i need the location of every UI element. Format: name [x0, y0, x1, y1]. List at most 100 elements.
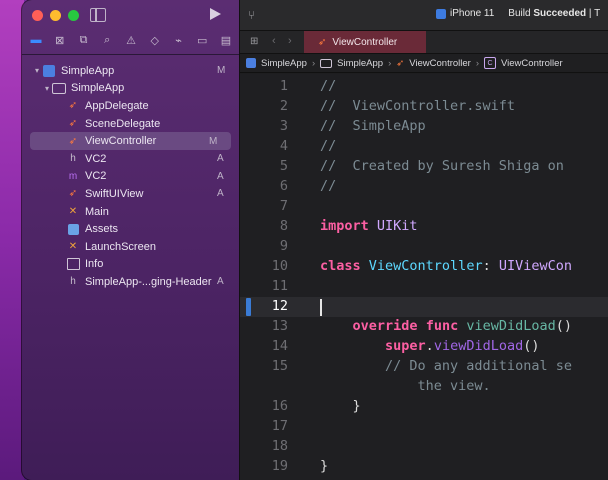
branch-icon[interactable]: ⑂: [248, 8, 255, 22]
tree-item-label: AppDelegate: [85, 99, 149, 112]
tree-item[interactable]: ▾ SimpleApp M: [22, 62, 239, 80]
scm-status-badge: M: [217, 65, 226, 77]
tree-item-label: VC2: [85, 152, 107, 165]
code-line[interactable]: // ViewController.swift: [320, 98, 515, 114]
sidebar-toggle-icon[interactable]: [90, 8, 106, 22]
search-icon[interactable]: ⌕: [99, 34, 115, 47]
source-control-icon[interactable]: ⊠: [52, 34, 68, 47]
project-tree: ▾ SimpleApp M ▾ SimpleApp ➶ AppDelegate ➶ SceneD…: [22, 62, 239, 291]
grid-icon[interactable]: ⊞: [250, 36, 258, 47]
xib-icon: ✕: [68, 206, 78, 218]
code-line[interactable]: // Do any additional se: [320, 358, 572, 374]
code-line[interactable]: // Created by Suresh Shiga on: [320, 158, 564, 174]
xib-icon: ✕: [68, 241, 78, 253]
zoom-button[interactable]: [68, 10, 79, 21]
tree-item[interactable]: ➶ SceneDelegate: [22, 115, 239, 133]
code-line[interactable]: }: [320, 398, 361, 414]
code-line[interactable]: class ViewController: UIViewCon: [320, 258, 572, 274]
plist-icon: [66, 257, 80, 271]
class-icon: C: [484, 57, 496, 69]
tree-item-label: ViewController: [85, 135, 157, 148]
disclosure-icon[interactable]: ▾: [32, 66, 42, 75]
folder-icon[interactable]: ▬: [28, 34, 44, 47]
code-line[interactable]: //: [320, 138, 336, 154]
tree-item[interactable]: ➶ SwiftUIView A: [22, 185, 239, 203]
scm-status-badge: A: [217, 170, 224, 182]
code-line[interactable]: import UIKit: [320, 218, 418, 234]
line-number: 7: [279, 198, 288, 214]
tree-item-label: Main: [85, 205, 109, 218]
code-line[interactable]: //: [320, 178, 336, 194]
tree-item[interactable]: ▾ SimpleApp: [22, 80, 239, 98]
minimize-button[interactable]: [50, 10, 61, 21]
tree-item[interactable]: ➶ AppDelegate: [22, 97, 239, 115]
swift-icon: ➶: [396, 57, 405, 69]
scm-status-badge: A: [217, 276, 224, 288]
tree-item[interactable]: h SimpleApp-...ging-Header A: [22, 273, 239, 291]
scheme-status: iPhone 11 Build Succeeded | T: [436, 8, 600, 19]
app-icon: [436, 8, 446, 19]
line-number: 12: [271, 298, 288, 314]
line-number: 1: [279, 78, 288, 94]
code-editor[interactable]: 1 2 3 4 5 6 7 8 9 10 11 12 13 14 15 16 17 18 19 //// ViewC…: [240, 74, 608, 480]
project-icon: [246, 58, 256, 68]
tree-item-label: Info: [85, 258, 104, 271]
tree-item[interactable]: ✕ LaunchScreen: [22, 238, 239, 256]
tree-item-label: SimpleApp: [61, 64, 115, 77]
line-number: 16: [271, 398, 288, 414]
report-icon[interactable]: ▤: [218, 34, 234, 47]
code-line[interactable]: //: [320, 78, 336, 94]
line-number: 13: [271, 318, 288, 334]
line-number: 5: [279, 158, 288, 174]
hierarchy-icon[interactable]: ⧉: [76, 34, 92, 47]
run-icon[interactable]: [210, 8, 221, 20]
editor-toolbar: ⑂ iPhone 11 Build Succeeded | T: [240, 0, 608, 31]
jump-item[interactable]: ViewController: [409, 58, 471, 69]
chevron-right-icon: ›: [388, 57, 392, 69]
test-diamond-icon[interactable]: ◇: [147, 34, 163, 47]
back-icon[interactable]: ‹: [272, 35, 276, 47]
divider: [22, 54, 239, 55]
chevron-right-icon: ›: [475, 57, 479, 69]
warning-icon[interactable]: ⚠: [123, 34, 139, 47]
jump-item[interactable]: SimpleApp: [261, 58, 307, 69]
code-line[interactable]: the view.: [320, 378, 491, 394]
chevron-right-icon: ›: [311, 57, 316, 69]
tree-item-label: LaunchScreen: [85, 240, 156, 253]
line-number: 14: [271, 338, 288, 354]
swift-icon: ➶: [68, 118, 78, 130]
debug-icon[interactable]: ⌁: [171, 34, 187, 47]
tab-label: ViewController: [332, 36, 398, 48]
code-area[interactable]: // // ViewController.swift // SimpleApp // /…: [320, 74, 608, 480]
code-line[interactable]: override func viewDidLoad(): [320, 318, 573, 334]
forward-icon[interactable]: ›: [288, 35, 292, 47]
tab-viewcontroller[interactable]: ➶ ViewController: [304, 31, 426, 53]
code-line[interactable]: }: [320, 458, 328, 474]
breakpoint-icon[interactable]: ▭: [194, 34, 210, 47]
swift-icon: ➶: [318, 36, 327, 48]
close-button[interactable]: [32, 10, 43, 21]
header-icon: h: [70, 276, 76, 288]
desktop-wallpaper: [0, 0, 24, 480]
jump-item[interactable]: SimpleApp: [337, 58, 383, 69]
jump-item[interactable]: ViewController: [501, 58, 563, 69]
line-number: 18: [271, 438, 288, 454]
jump-bar: SimpleApp › SimpleApp › ➶ ViewController…: [240, 54, 608, 73]
code-line[interactable]: super.viewDidLoad(): [320, 338, 539, 354]
tree-item[interactable]: h VC2 A: [22, 150, 239, 168]
tree-item[interactable]: m VC2 A: [22, 168, 239, 186]
disclosure-icon[interactable]: ▾: [42, 84, 52, 93]
tree-item[interactable]: ➶ ViewController M: [30, 132, 231, 150]
scheme-device[interactable]: iPhone 11: [450, 8, 494, 19]
text-caret: [320, 299, 322, 316]
line-number: 15: [271, 358, 288, 374]
code-line[interactable]: // SimpleApp: [320, 118, 426, 134]
tree-item[interactable]: Info: [22, 256, 239, 274]
line-number: 6: [279, 178, 288, 194]
tree-item[interactable]: Assets: [22, 220, 239, 238]
tree-item[interactable]: ✕ Main: [22, 203, 239, 221]
project-icon: [42, 64, 56, 78]
build-status: Build Succeeded | T: [508, 8, 600, 19]
swift-icon: ➶: [68, 188, 78, 200]
line-number-gutter: 1 2 3 4 5 6 7 8 9 10 11 12 13 14 15 16 17 18 19: [240, 74, 314, 480]
